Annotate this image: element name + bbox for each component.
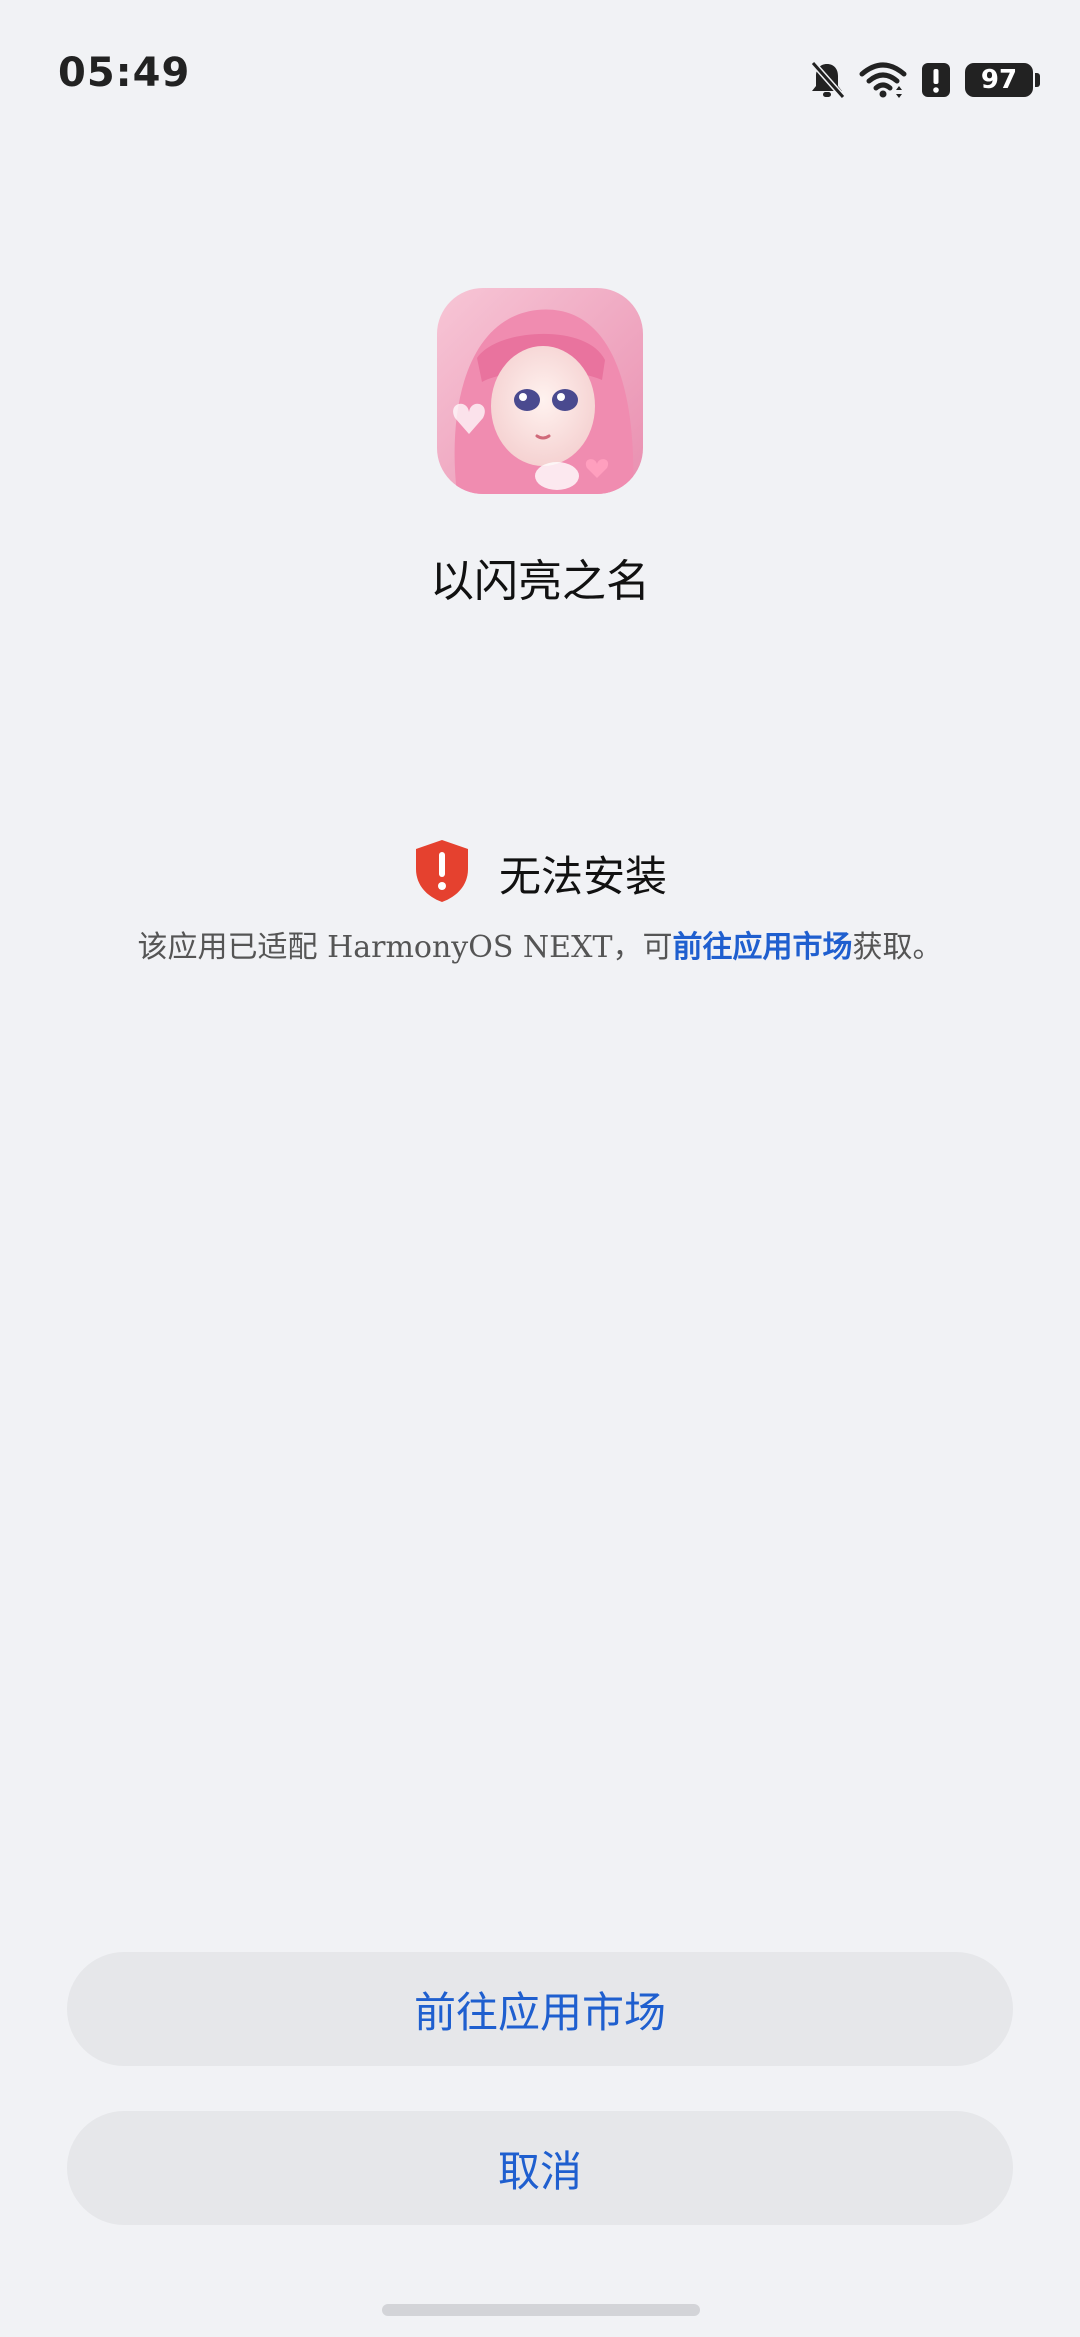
app-market-link[interactable]: 前往应用市场 <box>672 930 852 965</box>
warning-title: 无法安装 <box>498 851 667 901</box>
shield-alert-icon <box>413 838 471 908</box>
go-to-app-market-button[interactable]: 前往应用市场 <box>67 1952 1013 2066</box>
battery-tip <box>1035 73 1040 87</box>
warning-desc-prefix: 该应用已适配 HarmonyOS NEXT，可 <box>137 930 673 965</box>
alert-icon <box>921 62 951 98</box>
app-icon <box>437 288 643 494</box>
wifi-icon <box>859 60 907 100</box>
battery-level: 97 <box>965 63 1033 97</box>
status-bar: 05:49 97 <box>0 0 1080 150</box>
app-name: 以闪亮之名 <box>430 556 650 607</box>
status-icons: 97 <box>809 58 1040 102</box>
home-indicator[interactable] <box>382 2304 700 2316</box>
cancel-button[interactable]: 取消 <box>67 2111 1013 2225</box>
install-status: 无法安装 <box>0 838 1080 908</box>
bell-off-icon <box>809 60 845 100</box>
warning-description: 该应用已适配 HarmonyOS NEXT，可前往应用市场获取。 <box>0 922 1080 966</box>
status-time: 05:49 <box>58 50 191 96</box>
battery-indicator: 97 <box>965 63 1040 97</box>
warning-desc-suffix: 获取。 <box>852 930 943 965</box>
